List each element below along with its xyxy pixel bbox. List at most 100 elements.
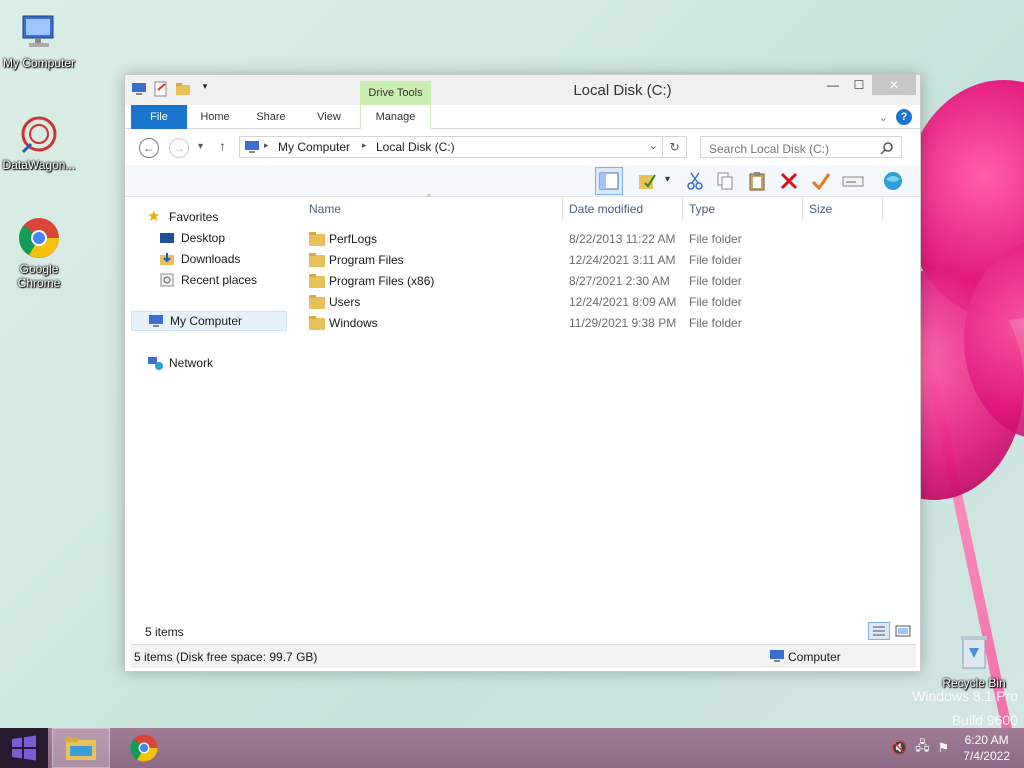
delete-button[interactable] — [775, 167, 803, 195]
copy-button[interactable] — [711, 167, 739, 195]
refresh-button[interactable]: ↻ — [663, 136, 687, 158]
taskbar-file-explorer[interactable] — [52, 728, 110, 768]
desktop-icon-chrome[interactable]: Google Chrome — [1, 216, 77, 290]
address-dropdown-icon[interactable]: ⌄ — [649, 139, 658, 152]
network-icon — [147, 355, 163, 371]
file-row[interactable]: PerfLogs 8/22/2013 11:22 AM File folder — [303, 229, 903, 249]
forward-button[interactable]: → — [169, 138, 189, 158]
forward-arrow-icon: → — [173, 141, 185, 155]
tab-home[interactable]: Home — [193, 105, 237, 129]
computer-icon — [17, 10, 61, 54]
tab-manage[interactable]: Manage — [360, 105, 431, 129]
copy-icon — [717, 172, 733, 190]
properties-icon — [639, 174, 656, 189]
breadcrumb-separator-icon[interactable]: ▸ — [264, 140, 269, 151]
breadcrumb-local-disk[interactable]: Local Disk (C:) — [376, 140, 455, 154]
column-header-type[interactable]: Type — [683, 197, 803, 221]
search-icon[interactable] — [880, 141, 894, 155]
recycle-bin-icon — [952, 630, 996, 674]
nav-recent-places[interactable]: Recent places — [159, 270, 257, 290]
delete-icon — [780, 172, 798, 190]
minimize-button[interactable]: — — [820, 75, 846, 95]
explorer-window[interactable]: ▾ Drive Tools Local Disk (C:) — ☐ ✕ File… — [124, 74, 921, 672]
paste-button[interactable] — [743, 167, 771, 195]
expand-ribbon-icon[interactable]: ⌄ — [879, 111, 888, 124]
recent-places-icon — [159, 272, 175, 288]
close-button[interactable]: ✕ — [872, 75, 916, 95]
folder-icon — [309, 232, 325, 246]
help-icon[interactable]: ? — [896, 109, 912, 125]
maximize-button[interactable]: ☐ — [846, 75, 872, 95]
desktop-icon-my-computer[interactable]: My Computer — [1, 10, 77, 70]
nav-my-computer[interactable]: My Computer — [131, 311, 287, 331]
desktop-icon-datawagon[interactable]: DataWagon... — [1, 112, 77, 172]
ribbon-tabs: File Home Share View Manage ⌄ ? — [125, 105, 920, 129]
column-header-name[interactable]: Name — [303, 197, 563, 221]
up-arrow-icon[interactable]: ↑ — [219, 138, 226, 154]
address-bar[interactable]: ▸ My Computer ▸ Local Disk (C:) ⌄ — [239, 136, 663, 158]
dropdown-icon[interactable]: ▾ — [665, 174, 670, 185]
navigation-bar: ← → ▾ ↑ ▸ My Computer ▸ Local Disk (C:) … — [125, 129, 920, 165]
action-center-icon[interactable]: ⚑ — [938, 740, 950, 756]
close-icon: ✕ — [888, 78, 900, 92]
nav-favorites[interactable]: ★ Favorites — [147, 207, 218, 227]
nav-network[interactable]: Network — [147, 353, 213, 373]
breadcrumb-my-computer[interactable]: My Computer — [278, 140, 350, 154]
paste-icon — [749, 172, 765, 191]
tab-view[interactable]: View — [307, 105, 351, 129]
column-header-date-modified[interactable]: Date modified — [563, 197, 683, 221]
volume-muted-icon[interactable]: 🔇 — [891, 740, 907, 756]
nav-desktop[interactable]: Desktop — [159, 228, 225, 248]
back-button[interactable]: ← — [139, 138, 159, 158]
details-view-icon[interactable] — [868, 622, 890, 640]
folder-icon — [309, 295, 325, 309]
properties-button[interactable] — [633, 167, 661, 195]
computer-small-icon — [148, 313, 164, 329]
command-toolbar: ▾ — [125, 165, 920, 197]
recent-locations-icon[interactable]: ▾ — [198, 141, 203, 152]
taskbar: 🔇 🖧 ⚑ 6:20 AM 7/4/2022 — [0, 728, 1024, 768]
scissors-icon — [687, 172, 703, 190]
file-row[interactable]: Program Files (x86) 8/27/2021 2:30 AM Fi… — [303, 271, 903, 291]
start-button[interactable] — [0, 728, 48, 768]
desktop-icon-recycle-bin[interactable]: Recycle Bin — [936, 630, 1012, 690]
search-input[interactable] — [700, 136, 902, 158]
drive-button[interactable] — [839, 167, 867, 195]
chrome-icon — [17, 216, 61, 260]
refresh-icon: ↻ — [669, 140, 680, 154]
column-header-size[interactable]: Size — [803, 197, 883, 221]
items-status: 5 items — [131, 620, 916, 642]
file-explorer-icon — [66, 737, 96, 760]
checkmark-icon — [811, 173, 831, 191]
computer-small-icon — [769, 649, 785, 666]
globe-icon — [884, 172, 902, 190]
sort-ascending-icon: ^ — [427, 193, 431, 202]
cut-button[interactable] — [681, 167, 709, 195]
window-title: Local Disk (C:) — [573, 82, 672, 99]
breadcrumb-separator-icon[interactable]: ▸ — [362, 140, 367, 151]
file-row[interactable]: Windows 11/29/2021 9:38 PM File folder — [303, 313, 903, 333]
tab-file[interactable]: File — [131, 105, 187, 129]
nav-downloads[interactable]: Downloads — [159, 249, 240, 269]
preview-pane-button[interactable] — [595, 167, 623, 195]
maximize-icon: ☐ — [853, 78, 865, 92]
os-watermark: Windows 8.1 Pro Build 9600 — [912, 688, 1018, 728]
minimize-icon: — — [827, 78, 839, 92]
title-bar[interactable]: ▾ Drive Tools Local Disk (C:) — ☐ ✕ — [125, 75, 920, 105]
taskbar-clock[interactable]: 6:20 AM 7/4/2022 — [963, 732, 1010, 764]
file-row[interactable]: Program Files 12/24/2021 3:11 AM File fo… — [303, 250, 903, 270]
large-icons-view-icon[interactable] — [894, 623, 912, 642]
drive-icon — [842, 176, 864, 187]
tab-share[interactable]: Share — [249, 105, 293, 129]
file-row[interactable]: Users 12/24/2021 8:09 AM File folder — [303, 292, 903, 312]
taskbar-chrome[interactable] — [116, 728, 172, 768]
file-list: Name ^ Date modified Type Size PerfLogs … — [295, 193, 915, 607]
network-globe-button[interactable] — [879, 167, 907, 195]
network-status-icon[interactable]: 🖧 — [915, 737, 930, 759]
computer-small-icon — [244, 140, 260, 157]
folder-icon — [309, 253, 325, 267]
folder-icon — [309, 274, 325, 288]
rename-button[interactable] — [807, 167, 835, 195]
windows-logo-icon — [12, 735, 36, 761]
desktop-icon — [159, 230, 175, 246]
